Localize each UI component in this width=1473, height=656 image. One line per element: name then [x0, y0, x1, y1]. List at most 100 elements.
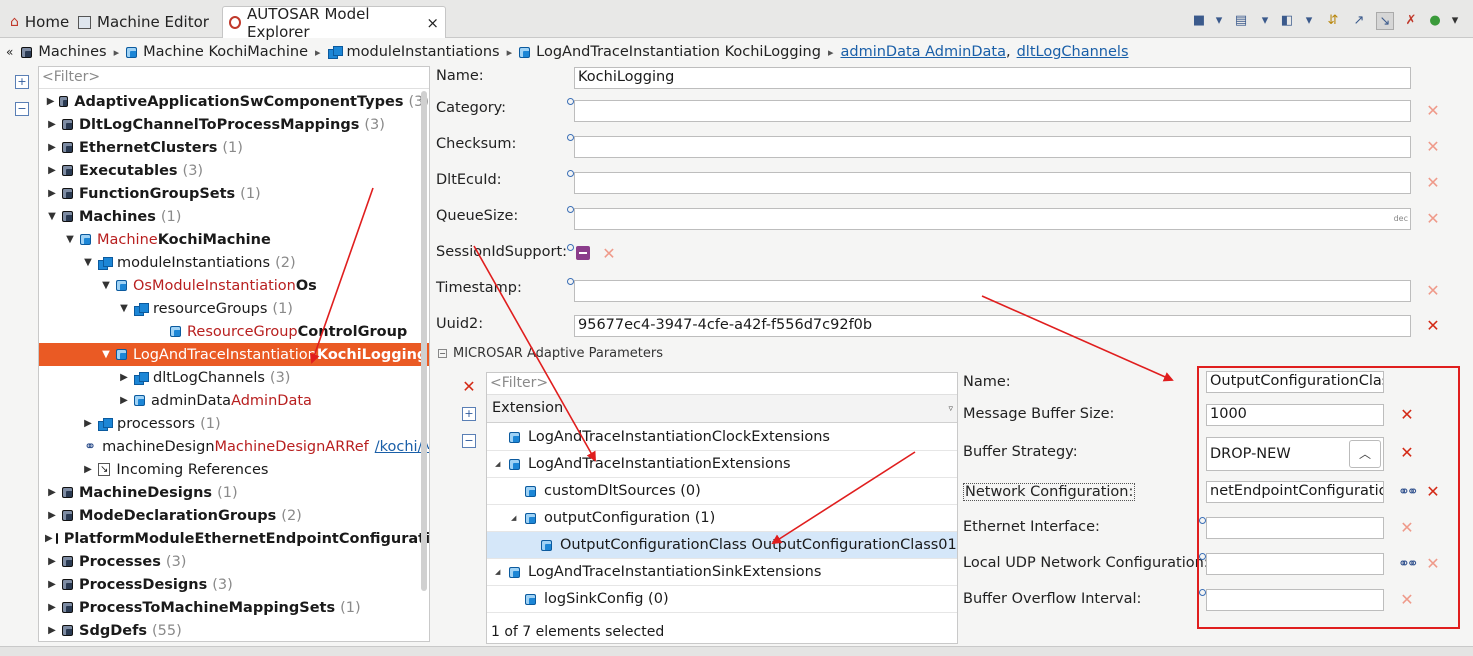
tree-item[interactable]: ▶ Processes (3): [39, 550, 429, 573]
tree-item[interactable]: ResourceGroup ControlGroup: [39, 320, 429, 343]
breadcrumb-link-dlt-log-channels[interactable]: dltLogChannels: [1017, 44, 1129, 60]
tab-home[interactable]: ⌂ Home: [4, 6, 75, 38]
breadcrumb-item-machine[interactable]: Machine KochiMachine: [143, 44, 308, 60]
extension-row[interactable]: customDltSources (0): [487, 478, 957, 505]
collapsed-triangle-icon[interactable]: ▶: [45, 487, 59, 498]
panel-icon[interactable]: ◧: [1278, 12, 1296, 30]
delete-icon[interactable]: ✕: [1426, 103, 1440, 119]
expand-all-icon[interactable]: +: [462, 407, 476, 421]
tree-item[interactable]: ▼ OsModuleInstantiation Os: [39, 274, 429, 297]
name-field[interactable]: KochiLogging: [574, 67, 1411, 89]
tree-item[interactable]: ▶ ProcessDesigns (3): [39, 573, 429, 596]
extension-row[interactable]: ◢ LogAndTraceInstantiationSinkExtensions: [487, 559, 957, 586]
delete-icon[interactable]: ✕: [1426, 283, 1440, 299]
extension-row[interactable]: LogAndTraceInstantiationClockExtensions: [487, 424, 957, 451]
collapsed-triangle-icon[interactable]: ▶: [45, 510, 59, 521]
tree-item[interactable]: ▶ Executables (3): [39, 159, 429, 182]
tree-item[interactable]: ▼ Machines (1): [39, 205, 429, 228]
tree-item[interactable]: ▶ FunctionGroupSets (1): [39, 182, 429, 205]
package-icon[interactable]: ■: [1190, 12, 1208, 30]
tree-item[interactable]: ▼ Machine KochiMachine: [39, 228, 429, 251]
queue-size-field[interactable]: dec: [574, 208, 1411, 230]
breadcrumb-item-machines[interactable]: Machines: [38, 44, 106, 60]
collapsed-triangle-icon[interactable]: ▶: [117, 372, 131, 383]
sort-icon[interactable]: ▿: [948, 404, 953, 414]
collapsed-triangle-icon[interactable]: ▶: [81, 418, 95, 429]
tab-machine-editor[interactable]: Machine Editor: [72, 6, 215, 38]
collapsed-triangle-icon[interactable]: ▶: [45, 165, 59, 176]
collapsed-triangle-icon[interactable]: ▶: [81, 464, 95, 475]
collapsed-triangle-icon[interactable]: ▶: [45, 579, 59, 590]
expanded-triangle-icon[interactable]: ▼: [81, 257, 95, 268]
back-icon[interactable]: «: [6, 45, 13, 59]
tree-item[interactable]: ▼ LogAndTraceInstantiation KochiLogging: [39, 343, 429, 366]
layout-icon[interactable]: ▤: [1232, 12, 1250, 30]
boolean-unset-checkbox[interactable]: [576, 246, 590, 260]
breadcrumb-item-logging[interactable]: LogAndTraceInstantiation KochiLogging: [536, 44, 821, 60]
collapsed-triangle-icon[interactable]: ▶: [45, 119, 59, 130]
tree-item[interactable]: ▶ ModeDeclarationGroups (2): [39, 504, 429, 527]
checksum-field[interactable]: [574, 136, 1411, 158]
expanded-triangle-icon[interactable]: ▼: [63, 234, 77, 245]
expanded-triangle-icon[interactable]: ▼: [117, 303, 131, 314]
category-field[interactable]: [574, 100, 1411, 122]
collapse-all-icon[interactable]: −: [15, 102, 29, 116]
delete-icon[interactable]: ✕: [1426, 175, 1440, 191]
export-icon[interactable]: ↗: [1350, 12, 1368, 30]
expanded-triangle-icon[interactable]: ◢: [495, 460, 509, 468]
link-editor-icon[interactable]: ↘: [1376, 12, 1394, 30]
expand-all-icon[interactable]: +: [15, 75, 29, 89]
close-icon[interactable]: ×: [426, 14, 439, 32]
tree-item[interactable]: ▶ DltLogChannelToProcessMappings (3): [39, 113, 429, 136]
filter-arrows-icon[interactable]: ⇵: [1324, 12, 1342, 30]
tree-item[interactable]: ▶ PlatformModuleEthernetEndpointConfigura…: [39, 527, 429, 550]
microsar-section-header[interactable]: − MICROSAR Adaptive Parameters: [438, 346, 663, 361]
expanded-triangle-icon[interactable]: ◢: [511, 514, 525, 522]
chevron-down-icon[interactable]: ▾: [1300, 12, 1318, 30]
validate-icon[interactable]: ✗: [1402, 12, 1420, 30]
extension-row[interactable]: logSinkConfig (0): [487, 586, 957, 613]
delete-icon[interactable]: ✕: [1426, 318, 1440, 334]
chevron-down-icon[interactable]: ▾: [1256, 12, 1274, 30]
collapsed-triangle-icon[interactable]: ▶: [45, 556, 59, 567]
collapse-section-icon[interactable]: −: [438, 349, 447, 358]
tab-autosar-model-explorer[interactable]: AUTOSAR Model Explorer ×: [222, 5, 446, 41]
breadcrumb-item-module-instantiations[interactable]: moduleInstantiations: [347, 44, 500, 60]
network-configuration-label[interactable]: Network Configuration:: [963, 483, 1136, 501]
tree-item[interactable]: ▶ adminData AdminData: [39, 389, 429, 412]
extension-row[interactable]: OutputConfigurationClass OutputConfigura…: [487, 532, 957, 559]
tree-item[interactable]: ▶ ↘ Incoming References: [39, 458, 429, 481]
uuid-field[interactable]: 95677ec4-3947-4cfe-a42f-f556d7c92f0b: [574, 315, 1411, 337]
extension-filter-input[interactable]: <Filter>: [487, 373, 957, 395]
breadcrumb-link-admin-data[interactable]: adminData AdminData: [840, 44, 1006, 60]
collapse-all-icon[interactable]: −: [462, 434, 476, 448]
expanded-triangle-icon[interactable]: ▼: [99, 349, 113, 360]
dlt-ecu-id-field[interactable]: [574, 172, 1411, 194]
run-icon[interactable]: ●: [1426, 12, 1444, 30]
tree-item[interactable]: ▶ ProcessToMachineMappingSets (1): [39, 596, 429, 619]
tree-item[interactable]: ▶ dltLogChannels (3): [39, 366, 429, 389]
collapsed-triangle-icon[interactable]: ▶: [45, 625, 59, 636]
tree-item[interactable]: ⚭machineDesign MachineDesignARRef/kochi/…: [39, 435, 429, 458]
expanded-triangle-icon[interactable]: ▼: [99, 280, 113, 291]
delete-icon[interactable]: ✕: [602, 246, 616, 262]
collapsed-triangle-icon[interactable]: ▶: [45, 96, 56, 107]
timestamp-field[interactable]: [574, 280, 1411, 302]
delete-icon[interactable]: ✕: [1426, 211, 1440, 227]
tree-item[interactable]: ▶ AdaptiveApplicationSwComponentTypes (3): [39, 90, 429, 113]
extension-row[interactable]: ◢ LogAndTraceInstantiationExtensions: [487, 451, 957, 478]
delete-icon[interactable]: ✕: [462, 379, 476, 395]
delete-icon[interactable]: ✕: [1426, 139, 1440, 155]
expanded-triangle-icon[interactable]: ◢: [495, 568, 509, 576]
tree-item[interactable]: ▶ processors (1): [39, 412, 429, 435]
tree-filter-input[interactable]: <Filter>: [39, 67, 429, 89]
tree-item[interactable]: ▼ moduleInstantiations (2): [39, 251, 429, 274]
expanded-triangle-icon[interactable]: ▼: [45, 211, 59, 222]
tree-item[interactable]: ▶ SdgDefs (55): [39, 619, 429, 641]
collapsed-triangle-icon[interactable]: ▶: [45, 602, 59, 613]
tree-item[interactable]: ▶ MachineDesigns (1): [39, 481, 429, 504]
extension-column-header[interactable]: Extension ▿: [487, 395, 957, 423]
collapsed-triangle-icon[interactable]: ▶: [45, 533, 53, 544]
collapsed-triangle-icon[interactable]: ▶: [117, 395, 131, 406]
tree-item[interactable]: ▶ EthernetClusters (1): [39, 136, 429, 159]
